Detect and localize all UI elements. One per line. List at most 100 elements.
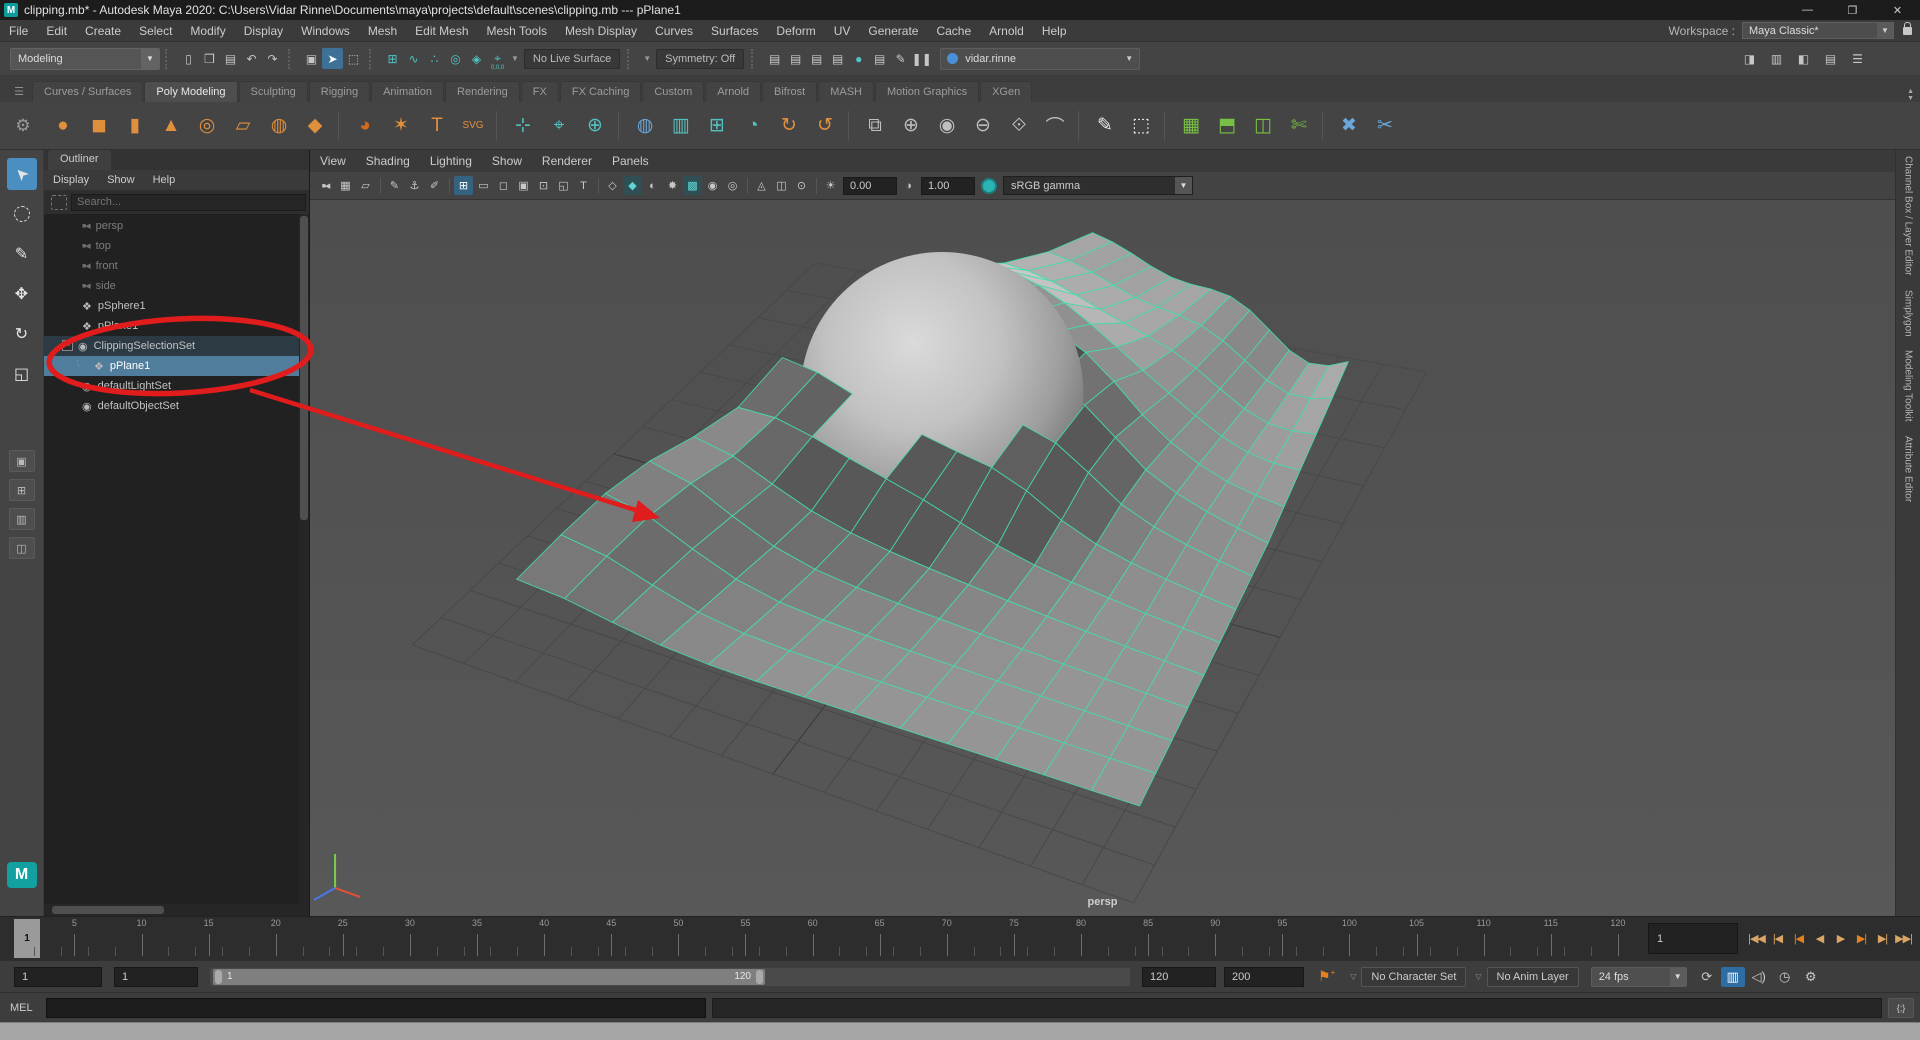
playback-range-bar[interactable]: 1 120	[213, 969, 765, 985]
snap-point-icon[interactable]: ∴	[424, 48, 445, 69]
outliner-item-defaultLightSet[interactable]: ◉defaultLightSet	[44, 376, 309, 396]
clip-editor-icon[interactable]: ▥	[1721, 967, 1745, 987]
playback-end-field[interactable]: 120	[1142, 967, 1216, 987]
go-to-start-button[interactable]: |◀◀	[1746, 926, 1767, 952]
launch-external-icon[interactable]: ✎	[890, 48, 911, 69]
menu-windows[interactable]: Windows	[292, 20, 359, 42]
menu-help[interactable]: Help	[1033, 20, 1076, 42]
open-scene-icon[interactable]: ❒	[199, 48, 220, 69]
lasso-select-tool[interactable]	[7, 198, 37, 230]
step-forward-frame-button[interactable]: ▶|	[1872, 926, 1893, 952]
menu-surfaces[interactable]: Surfaces	[702, 20, 767, 42]
animation-end-field[interactable]: 200	[1224, 967, 1304, 987]
chevron-down-icon[interactable]: ▼	[643, 54, 651, 63]
multi-cut-icon[interactable]: ✎	[1088, 109, 1122, 143]
origin-locator-icon[interactable]: ⊕	[578, 109, 612, 143]
motion-blur-icon[interactable]: ◎	[723, 176, 742, 195]
contrast-icon[interactable]: ◑	[899, 176, 918, 195]
chevron-down-icon[interactable]: ▼	[511, 54, 519, 63]
shelf-scroll-arrows[interactable]: ▲▼	[1907, 88, 1914, 102]
menu-mesh[interactable]: Mesh	[359, 20, 406, 42]
play-backwards-button[interactable]: ◀	[1809, 926, 1830, 952]
isolate-select-icon[interactable]: ◬	[752, 176, 771, 195]
user-account-menu[interactable]: vidar.rinne▼	[940, 48, 1140, 70]
bridge-icon[interactable]: ⌒	[1038, 109, 1072, 143]
joint-xray-icon[interactable]: ⊙	[792, 176, 811, 195]
x-cut-icon[interactable]: ✖	[1332, 109, 1366, 143]
workspace-dropdown[interactable]: Maya Classic* ▼	[1742, 22, 1894, 39]
boolean-union-icon[interactable]: ◉	[930, 109, 964, 143]
range-start-handle[interactable]	[215, 970, 222, 984]
color-management-toggle-icon[interactable]	[981, 178, 997, 194]
outliner-search-input[interactable]	[71, 194, 306, 211]
shadows-icon[interactable]: ▩	[683, 176, 702, 195]
maximize-button[interactable]: ❐	[1830, 0, 1875, 20]
step-forward-key-button[interactable]: ▶|	[1851, 926, 1872, 952]
panel-menu-lighting[interactable]: Lighting	[420, 154, 482, 168]
uv-unfold-icon[interactable]: ⬒	[1210, 109, 1244, 143]
outliner-vertical-scrollbar[interactable]	[299, 214, 309, 904]
spin-edge-ccw-icon[interactable]: ↺	[808, 109, 842, 143]
sidebar-tab-attribute-editor[interactable]: Attribute Editor	[1903, 436, 1914, 502]
menu-mesh-tools[interactable]: Mesh Tools	[478, 20, 556, 42]
current-frame-field[interactable]: 1	[1648, 923, 1738, 954]
shelf-tab-arnold[interactable]: Arnold	[705, 81, 761, 102]
channel-box-toggle-icon[interactable]: ▥	[1766, 48, 1787, 69]
shelf-tab-mash[interactable]: MASH	[818, 81, 874, 102]
outliner-toggle-icon[interactable]: ☰	[1847, 48, 1868, 69]
outliner-menu-show[interactable]: Show	[98, 174, 144, 186]
shelf-tab-poly-modeling[interactable]: Poly Modeling	[144, 81, 237, 102]
wireframe-mode-icon[interactable]: ◇	[603, 176, 622, 195]
fps-dropdown[interactable]: 24 fps ▼	[1591, 967, 1687, 987]
combine-icon[interactable]: ⊕	[894, 109, 928, 143]
command-language-toggle[interactable]: MEL	[10, 1002, 46, 1014]
select-tool[interactable]: ➤	[7, 158, 37, 190]
animation-prefs-icon[interactable]: ⚙	[1799, 967, 1823, 987]
select-object-icon[interactable]: ➤	[322, 48, 343, 69]
playback-range-track[interactable]: 1 120	[210, 968, 1130, 986]
script-editor-button[interactable]: {;}	[1888, 998, 1914, 1018]
use-all-lights-icon[interactable]: ✸	[663, 176, 682, 195]
timeline-ruler[interactable]: 1 51015202530354045505560657075808590951…	[14, 917, 1638, 960]
outliner-item-pPlane1[interactable]: ❖pPlane1	[44, 316, 309, 336]
panel-menu-show[interactable]: Show	[482, 154, 532, 168]
loop-icon[interactable]: ⟳	[1695, 967, 1719, 987]
anim-layer-menu-icon[interactable]: ▽	[1475, 972, 1481, 981]
menu-generate[interactable]: Generate	[859, 20, 927, 42]
rotate-tool[interactable]: ↻	[7, 318, 37, 350]
ambient-occlusion-icon[interactable]: ◉	[703, 176, 722, 195]
outliner-item-side[interactable]: ■◀side	[44, 276, 309, 296]
boolean-difference-icon[interactable]: ⊖	[966, 109, 1000, 143]
paint-select-tool[interactable]: ✎	[7, 238, 37, 270]
2d-pan-zoom-icon[interactable]: ⚓	[405, 176, 424, 195]
outliner-item-top[interactable]: ■◀top	[44, 236, 309, 256]
menu-mesh-display[interactable]: Mesh Display	[556, 20, 646, 42]
range-end-handle[interactable]	[756, 970, 763, 984]
exposure-field[interactable]: 0.00	[843, 177, 897, 195]
locator-icon[interactable]: ⌖	[542, 109, 576, 143]
snap-grid-icon[interactable]: ⊞	[382, 48, 403, 69]
snap-curve-icon[interactable]: ∿	[403, 48, 424, 69]
sphere-project-icon[interactable]: ◕	[348, 109, 382, 143]
uv-grid-icon[interactable]: ▦	[1174, 109, 1208, 143]
poly-torus-icon[interactable]: ◎	[190, 109, 224, 143]
cached-playback-icon[interactable]: ◷	[1773, 967, 1797, 987]
workspace-lock-icon[interactable]	[1903, 27, 1912, 35]
shelf-tab-curves-surfaces[interactable]: Curves / Surfaces	[32, 81, 143, 102]
menu-uv[interactable]: UV	[825, 20, 860, 42]
gamma-field[interactable]: 1.00	[921, 177, 975, 195]
sidebar-tab-simplygon[interactable]: Simplygon	[1903, 290, 1914, 337]
tool-settings-toggle-icon[interactable]: ▤	[1820, 48, 1841, 69]
sidebar-tab-modeling-toolkit[interactable]: Modeling Toolkit	[1903, 350, 1914, 422]
panel-menu-panels[interactable]: Panels	[602, 154, 659, 168]
textured-mode-icon[interactable]: ◐	[643, 176, 662, 195]
select-component-icon[interactable]: ⬚	[343, 48, 364, 69]
poly-chart-icon[interactable]: ▥	[664, 109, 698, 143]
panel-menu-renderer[interactable]: Renderer	[532, 154, 602, 168]
playback-start-field[interactable]: 1	[114, 967, 198, 987]
snap-view-plane-icon[interactable]: ◈	[466, 48, 487, 69]
shelf-tab-fx[interactable]: FX	[521, 81, 559, 102]
grid-toggle-icon[interactable]: ⊞	[454, 176, 473, 195]
film-gate-icon[interactable]: ▭	[474, 176, 493, 195]
menu-deform[interactable]: Deform	[767, 20, 824, 42]
